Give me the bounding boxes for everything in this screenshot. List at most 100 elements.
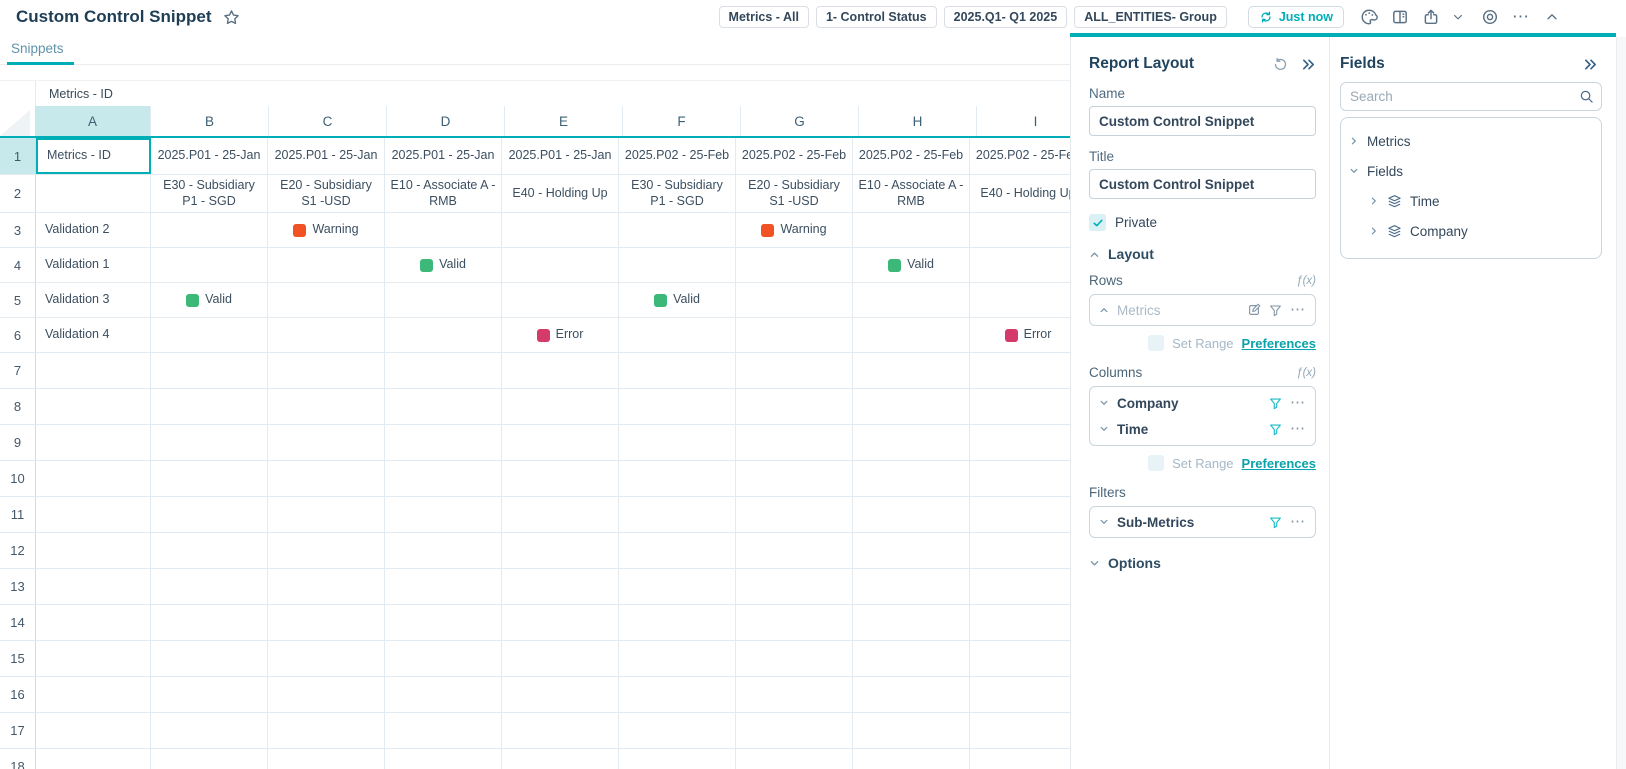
cell-F3[interactable] [619, 213, 736, 247]
cell-D14[interactable] [385, 605, 502, 640]
cell-H4[interactable]: Valid [853, 248, 970, 282]
cell-I5[interactable] [970, 283, 1070, 317]
cell-F18[interactable] [619, 749, 736, 769]
cell-F7[interactable] [619, 353, 736, 388]
cell-G14[interactable] [736, 605, 853, 640]
cell-C16[interactable] [268, 677, 385, 712]
edit-icon[interactable] [1247, 303, 1261, 317]
cell-F15[interactable] [619, 641, 736, 676]
cell-A16[interactable] [36, 677, 151, 712]
cell-E11[interactable] [502, 497, 619, 532]
cell-H16[interactable] [853, 677, 970, 712]
cell-F11[interactable] [619, 497, 736, 532]
title-field[interactable] [1089, 169, 1316, 199]
column-header-H[interactable]: H [859, 106, 977, 136]
column-header-D[interactable]: D [387, 106, 505, 136]
filters-field-sub-metrics[interactable]: Sub-Metrics ⋯ [1090, 507, 1315, 537]
export-icon[interactable] [1419, 5, 1443, 29]
rows-field-metrics[interactable]: Metrics ⋯ [1090, 295, 1315, 325]
cell-H9[interactable] [853, 425, 970, 460]
cell-C12[interactable] [268, 533, 385, 568]
cell-F1[interactable]: 2025.P02 - 25-Feb [619, 138, 736, 174]
cell-B15[interactable] [151, 641, 268, 676]
chevron-down-icon[interactable] [1349, 166, 1359, 176]
cell-A2[interactable] [36, 175, 151, 212]
cell-C14[interactable] [268, 605, 385, 640]
cell-A5[interactable]: Validation 3 [36, 283, 151, 317]
formula-fx-icon[interactable]: ƒ(x) [1296, 367, 1316, 379]
row-header-13[interactable]: 13 [0, 569, 36, 604]
panel-icon[interactable] [1388, 5, 1412, 29]
chevron-up-icon[interactable] [1099, 305, 1109, 315]
cell-A13[interactable] [36, 569, 151, 604]
cell-E1[interactable]: 2025.P01 - 25-Jan [502, 138, 619, 174]
cell-F12[interactable] [619, 533, 736, 568]
row-header-11[interactable]: 11 [0, 497, 36, 532]
layout-section-header[interactable]: Layout [1089, 246, 1316, 262]
filter-chip-period[interactable]: 2025.Q1- Q1 2025 [944, 6, 1068, 28]
cell-G8[interactable] [736, 389, 853, 424]
filter-icon[interactable] [1269, 397, 1282, 410]
chevron-right-icon[interactable] [1369, 226, 1379, 236]
favorite-star-icon[interactable] [223, 9, 240, 26]
row-header-18[interactable]: 18 [0, 749, 36, 769]
chevron-down-icon[interactable] [1450, 5, 1465, 29]
cell-D4[interactable]: Valid [385, 248, 502, 282]
cell-H18[interactable] [853, 749, 970, 769]
cell-E5[interactable] [502, 283, 619, 317]
cell-D18[interactable] [385, 749, 502, 769]
row-header-12[interactable]: 12 [0, 533, 36, 568]
cell-A4[interactable]: Validation 1 [36, 248, 151, 282]
cell-C10[interactable] [268, 461, 385, 496]
cell-I7[interactable] [970, 353, 1070, 388]
cell-C6[interactable] [268, 318, 385, 352]
cell-E10[interactable] [502, 461, 619, 496]
chevron-down-icon[interactable] [1099, 517, 1109, 527]
cell-H11[interactable] [853, 497, 970, 532]
cell-G11[interactable] [736, 497, 853, 532]
cell-D10[interactable] [385, 461, 502, 496]
target-icon[interactable] [1478, 5, 1502, 29]
cell-C15[interactable] [268, 641, 385, 676]
cell-I13[interactable] [970, 569, 1070, 604]
cell-E17[interactable] [502, 713, 619, 748]
cell-B11[interactable] [151, 497, 268, 532]
set-range-checkbox[interactable] [1148, 335, 1164, 351]
row-header-17[interactable]: 17 [0, 713, 36, 748]
chevron-right-icon[interactable] [1369, 196, 1379, 206]
chevron-down-icon[interactable] [1099, 398, 1109, 408]
cell-B6[interactable] [151, 318, 268, 352]
cell-H1[interactable]: 2025.P02 - 25-Feb [853, 138, 970, 174]
cell-I1[interactable]: 2025.P02 - 25-Feb [970, 138, 1070, 174]
cell-A1[interactable]: Metrics - ID [36, 138, 151, 174]
name-field[interactable] [1089, 106, 1316, 136]
cell-C18[interactable] [268, 749, 385, 769]
cell-I18[interactable] [970, 749, 1070, 769]
cell-F9[interactable] [619, 425, 736, 460]
cell-G9[interactable] [736, 425, 853, 460]
cell-D13[interactable] [385, 569, 502, 604]
preferences-link[interactable]: Preferences [1242, 456, 1316, 471]
row-header-15[interactable]: 15 [0, 641, 36, 676]
cell-B1[interactable]: 2025.P01 - 25-Jan [151, 138, 268, 174]
cell-G7[interactable] [736, 353, 853, 388]
cell-I16[interactable] [970, 677, 1070, 712]
preferences-link[interactable]: Preferences [1242, 336, 1316, 351]
cell-B17[interactable] [151, 713, 268, 748]
cell-E4[interactable] [502, 248, 619, 282]
tree-item-company[interactable]: Company [1349, 216, 1593, 246]
cell-D16[interactable] [385, 677, 502, 712]
cell-H5[interactable] [853, 283, 970, 317]
cell-B8[interactable] [151, 389, 268, 424]
cell-I3[interactable] [970, 213, 1070, 247]
cell-D17[interactable] [385, 713, 502, 748]
cell-F13[interactable] [619, 569, 736, 604]
more-icon[interactable]: ⋯ [1290, 518, 1306, 526]
columns-field-company[interactable]: Company ⋯ [1090, 390, 1315, 416]
column-header-F[interactable]: F [623, 106, 741, 136]
tree-item-time[interactable]: Time [1349, 186, 1593, 216]
row-header-7[interactable]: 7 [0, 353, 36, 388]
formula-fx-icon[interactable]: ƒ(x) [1296, 275, 1316, 287]
row-header-6[interactable]: 6 [0, 318, 36, 352]
cell-A3[interactable]: Validation 2 [36, 213, 151, 247]
